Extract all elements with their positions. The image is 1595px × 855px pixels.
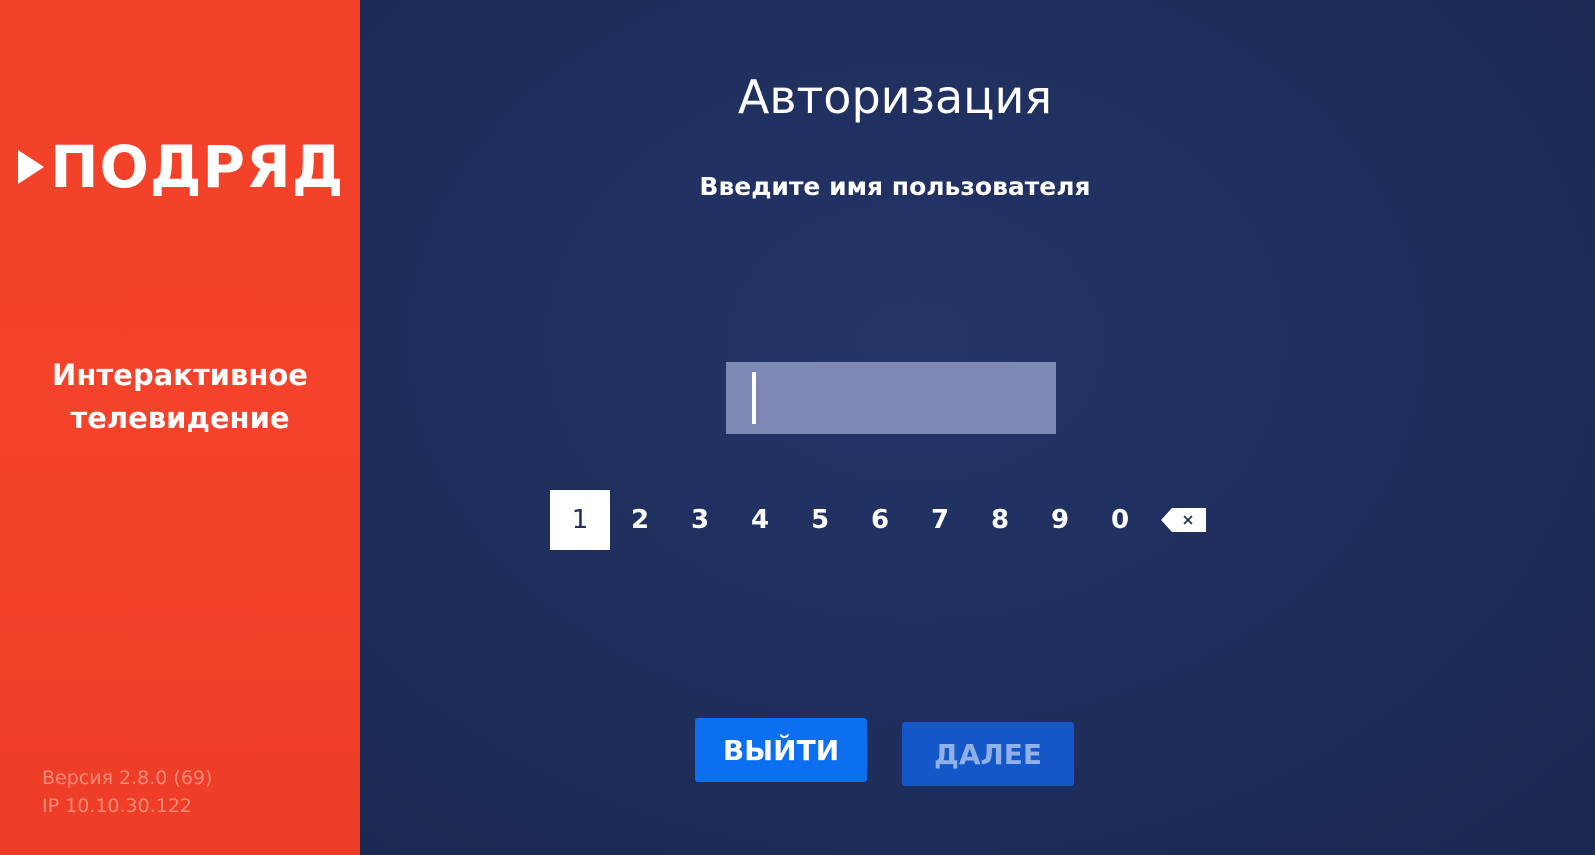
version-text: Версия 2.8.0 (69) <box>42 767 213 789</box>
key-7[interactable]: 7 <box>910 490 970 550</box>
brand-logo: ПОДРЯД <box>18 138 344 196</box>
ip-text: IP 10.10.30.122 <box>42 795 193 817</box>
version-info: Версия 2.8.0 (69) IP 10.10.30.122 <box>42 764 212 820</box>
key-4[interactable]: 4 <box>730 490 790 550</box>
tagline-line-2: телевидение <box>70 401 290 435</box>
next-button[interactable]: ДАЛЕЕ <box>902 722 1074 786</box>
page-title: Авторизация <box>737 70 1053 124</box>
numeric-keypad: 1 2 3 4 5 6 7 8 9 0 <box>550 490 1218 550</box>
tagline: Интерактивное телевидение <box>30 354 330 440</box>
page-subtitle: Введите имя пользователя <box>699 172 1091 201</box>
key-0[interactable]: 0 <box>1090 490 1150 550</box>
key-6[interactable]: 6 <box>850 490 910 550</box>
key-2[interactable]: 2 <box>610 490 670 550</box>
logo-text: ПОДРЯД <box>50 133 345 201</box>
key-3[interactable]: 3 <box>670 490 730 550</box>
key-8[interactable]: 8 <box>970 490 1030 550</box>
main-panel: Авторизация Введите имя пользователя 1 2… <box>360 0 1595 855</box>
text-caret <box>752 372 756 424</box>
backspace-key[interactable] <box>1150 490 1218 550</box>
backspace-icon <box>1161 508 1206 532</box>
play-icon <box>18 150 44 184</box>
tagline-line-1: Интерактивное <box>52 358 308 392</box>
exit-button[interactable]: ВЫЙТИ <box>695 718 867 782</box>
key-5[interactable]: 5 <box>790 490 850 550</box>
key-1[interactable]: 1 <box>550 490 610 550</box>
username-input[interactable] <box>726 362 1056 434</box>
sidebar: ПОДРЯД Интерактивное телевидение Версия … <box>0 0 360 855</box>
key-9[interactable]: 9 <box>1030 490 1090 550</box>
